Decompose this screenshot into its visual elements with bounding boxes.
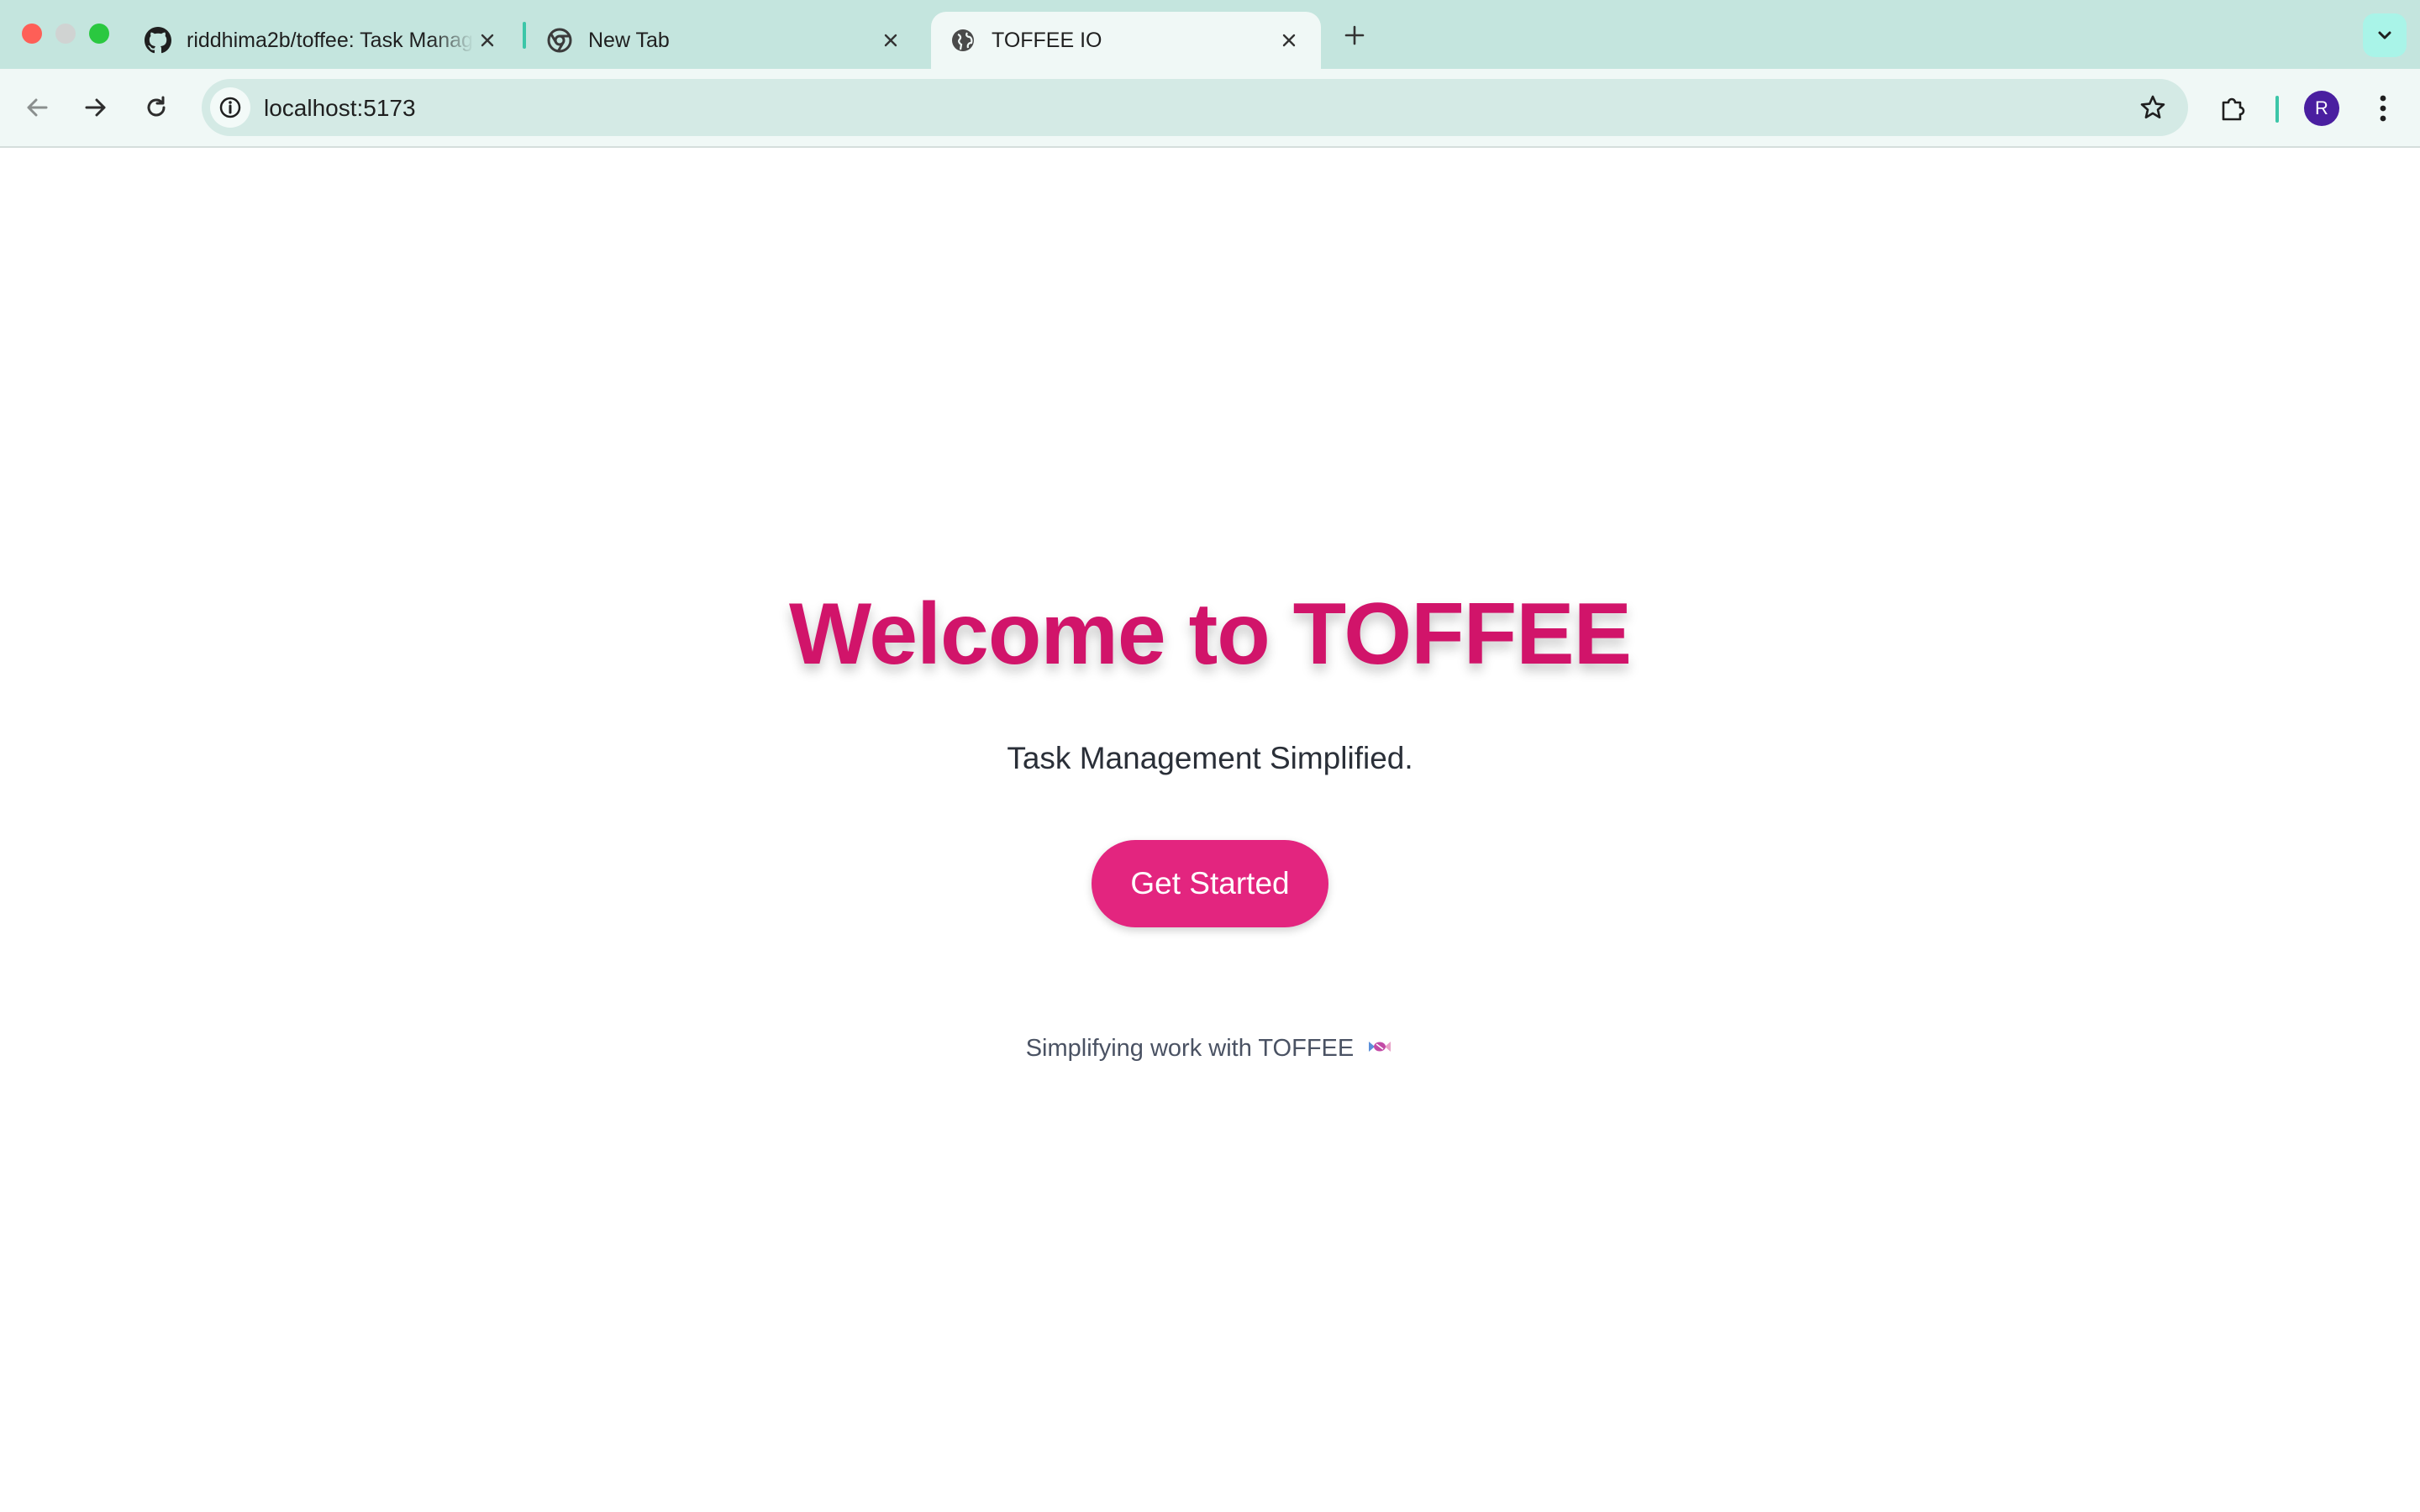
tab-title: riddhima2b/toffee: Task Management [187,28,474,52]
window-minimize-button[interactable] [55,24,76,44]
tab-title: TOFFEE IO [992,28,1102,52]
reload-icon [147,96,166,117]
footer-text: Simplifying work with TOFFEE [1025,1035,1355,1062]
tab-new-tab[interactable]: New Tab [528,12,923,69]
puzzle-icon [2222,97,2245,121]
tab-search-button[interactable] [2363,13,2407,57]
tab-strip: riddhima2b/toffee: Task Management New T… [0,0,2420,69]
globe-icon [950,27,976,54]
profile-avatar[interactable]: R [2304,91,2339,126]
close-icon[interactable] [1276,27,1302,54]
browser-menu-button[interactable] [2366,89,2400,128]
close-icon[interactable] [474,27,501,54]
tab-toffee-io[interactable]: TOFFEE IO [931,12,1321,69]
window-close-button[interactable] [22,24,42,44]
forward-button[interactable] [77,89,114,126]
tab-separator [523,22,526,49]
url-text[interactable]: localhost:5173 [264,95,416,122]
toolbar-separator [2275,96,2279,123]
candy-icon [1365,1036,1394,1063]
arrow-right-icon [85,98,106,117]
tab-title: New Tab [588,28,670,52]
more-vertical-icon [2380,95,2386,122]
chevron-down-icon [2378,31,2391,39]
back-button[interactable] [18,89,55,126]
github-icon [145,27,171,54]
close-icon[interactable] [877,27,904,54]
window-maximize-button[interactable] [89,24,109,44]
browser-toolbar: localhost:5173 R [0,69,2420,148]
plus-icon [1344,25,1365,45]
arrow-left-icon [27,98,48,117]
footer-text-row: Simplifying work with TOFFEE [0,1035,2420,1063]
welcome-heading: Welcome to TOFFEE [789,585,1632,683]
new-tab-button[interactable] [1338,18,1371,52]
get-started-button[interactable]: Get Started [1092,840,1328,927]
reload-button[interactable] [138,89,175,126]
tab-github[interactable]: riddhima2b/toffee: Task Management [126,12,519,69]
bookmark-star-icon[interactable] [2136,91,2170,124]
extensions-button[interactable] [2213,89,2252,128]
tagline: Task Management Simplified. [1007,741,1413,775]
address-bar[interactable]: localhost:5173 [202,79,2188,136]
site-info-icon[interactable] [210,87,250,128]
chrome-icon [546,27,573,54]
